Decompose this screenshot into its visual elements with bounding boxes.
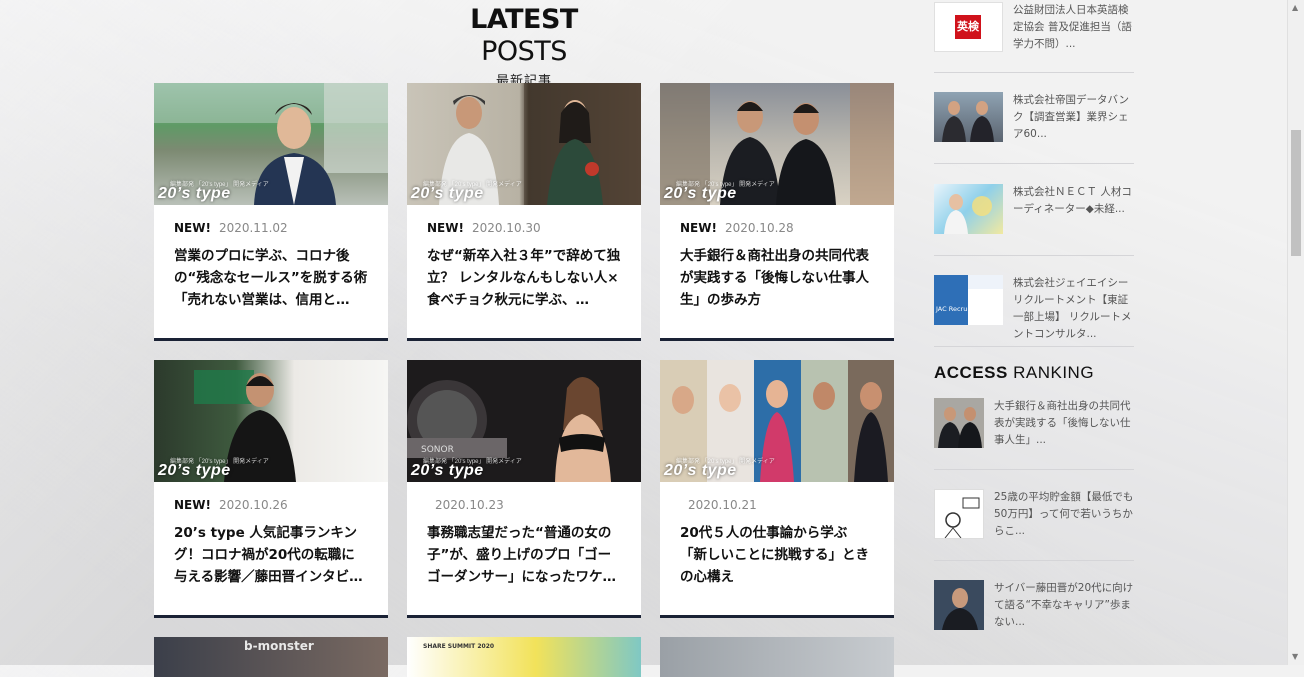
post-card[interactable]: SHARE SUMMIT 2020: [407, 637, 641, 677]
post-meta: NEW! 2020.10.28: [660, 205, 894, 237]
scroll-down-icon[interactable]: ▼: [1292, 652, 1298, 661]
post-card[interactable]: 編集部発 「20's type」 開発メディア 20’s type 2020.10…: [660, 360, 894, 618]
post-card[interactable]: b-monster: [154, 637, 388, 677]
post-thumbnail[interactable]: 編集部発 「20's type」 開発メディア 20’s type: [407, 83, 641, 205]
thumb-caption: b-monster: [244, 639, 314, 653]
divider: [934, 255, 1134, 256]
job-text[interactable]: 株式会社ジェイエイシーリクルートメント【東証一部上場】 リクルートメントコンサル…: [1013, 275, 1137, 343]
thumb-caption: SHARE SUMMIT 2020: [423, 643, 495, 650]
post-date: 2020.10.28: [724, 221, 794, 235]
divider: [934, 560, 1134, 561]
post-meta: NEW! 2020.11.02: [154, 205, 388, 237]
divider: [934, 72, 1134, 73]
post-thumbnail[interactable]: b-monster: [154, 637, 388, 677]
ranking-text[interactable]: サイバー藤田晋が20代に向けて語る“不幸なキャリア”歩まない...: [994, 580, 1136, 631]
badge-20s-type: 編集部発 「20's type」 開発メディア 20’s type: [664, 182, 775, 202]
badge-20s-type: 編集部発 「20's type」 開発メディア 20’s type: [158, 459, 269, 479]
post-card[interactable]: SONOR 編集部発 「20's type」 開発メディア 20’s type 2…: [407, 360, 641, 618]
post-title[interactable]: 事務職志望だった“普通の女の子”が、盛り上げのプロ「ゴーゴーダンサー」になったワ…: [407, 514, 641, 597]
eiken-logo: 英検: [955, 15, 981, 39]
company-photo: [934, 92, 1003, 142]
new-badge: NEW!: [174, 498, 211, 512]
post-thumbnail[interactable]: [660, 637, 894, 677]
post-thumbnail[interactable]: 編集部発 「20's type」 開発メディア 20’s type: [154, 360, 388, 482]
post-card[interactable]: 編集部発 「20's type」 開発メディア 20’s type NEW! 202…: [407, 83, 641, 341]
post-card[interactable]: 編集部発 「20's type」 開発メディア 20’s type NEW! 202…: [154, 360, 388, 618]
divider: [934, 469, 1134, 470]
scroll-thumb[interactable]: [1291, 130, 1301, 256]
ranking-heading: ACCESS RANKING: [934, 363, 1095, 382]
post-thumbnail[interactable]: 編集部発 「20's type」 開発メディア 20’s type: [660, 360, 894, 482]
post-date: 2020.10.26: [218, 498, 288, 512]
badge-20s-type: 編集部発 「20's type」 開発メディア 20’s type: [158, 182, 269, 202]
post-meta: NEW! 2020.10.30: [407, 205, 641, 237]
job-text[interactable]: 株式会社帝国データバンク【調査営業】業界シェア60...: [1013, 92, 1137, 143]
post-title[interactable]: 大手銀行＆商社出身の共同代表が実践する「後悔しない仕事人生」の歩み方: [660, 237, 894, 320]
section-title: LATEST POSTS: [470, 4, 578, 67]
post-date: 2020.11.02: [218, 221, 288, 235]
ranking-thumb: [934, 489, 984, 539]
post-title[interactable]: 20代５人の仕事論から学ぶ「新しいことに挑戦する」ときの心構え: [660, 514, 894, 597]
new-badge: NEW!: [427, 221, 464, 235]
section-heading: LATEST POSTS 最新記事: [424, 4, 624, 89]
badge-20s-type: 編集部発 「20's type」 開発メディア 20’s type: [411, 459, 522, 479]
post-card[interactable]: 編集部発 「20's type」 開発メディア 20’s type NEW! 202…: [660, 83, 894, 341]
job-text[interactable]: 株式会社ＮＥＣＴ 人材コーディネーター◆未経...: [1013, 184, 1137, 218]
post-date: 2020.10.23: [435, 498, 504, 512]
scroll-up-icon[interactable]: ▲: [1292, 3, 1298, 12]
post-title[interactable]: 営業のプロに学ぶ、コロナ後の“残念なセールス”を脱する術「売れない営業は、信用と…: [154, 237, 388, 320]
company-logo: 英検: [934, 2, 1003, 52]
post-title[interactable]: 20’s type 人気記事ランキング！コロナ禍が20代の転職に与える影響／藤田…: [154, 514, 388, 597]
post-meta: NEW! 2020.10.26: [154, 482, 388, 514]
jac-logo: JAC Recruitment: [936, 305, 989, 313]
post-date: 2020.10.30: [471, 221, 541, 235]
job-text[interactable]: 公益財団法人日本英語検定協会 普及促進担当（語学力不問）...: [1013, 2, 1137, 53]
ranking-text[interactable]: 25歳の平均貯金額【最低でも50万円】って何で若いうちからこ...: [994, 489, 1136, 540]
vertical-scrollbar[interactable]: ▲ ▼: [1287, 0, 1304, 665]
post-thumbnail[interactable]: 編集部発 「20's type」 開発メディア 20’s type: [660, 83, 894, 205]
post-date: 2020.10.21: [688, 498, 757, 512]
new-badge: NEW!: [174, 221, 211, 235]
post-meta: 2020.10.23: [407, 482, 641, 514]
post-title[interactable]: なぜ“新卒入社３年”で辞めて独立？ レンタルなんもしない人×食べチョク秋元に学ぶ…: [407, 237, 641, 320]
ranking-thumb: [934, 398, 984, 448]
divider: [934, 346, 1134, 347]
ranking-text[interactable]: 大手銀行＆商社出身の共同代表が実践する「後悔しない仕事人生」...: [994, 398, 1136, 449]
post-thumbnail[interactable]: 編集部発 「20's type」 開発メディア 20’s type: [154, 83, 388, 205]
post-meta: 2020.10.21: [660, 482, 894, 514]
company-photo: [934, 184, 1003, 234]
company-logo: JAC Recruitment: [934, 275, 1003, 325]
new-badge: NEW!: [680, 221, 717, 235]
badge-20s-type: 編集部発 「20's type」 開発メディア 20’s type: [664, 459, 775, 479]
svg-text:SONOR: SONOR: [421, 445, 454, 455]
badge-20s-type: 編集部発 「20's type」 開発メディア 20’s type: [411, 182, 522, 202]
post-thumbnail[interactable]: SONOR 編集部発 「20's type」 開発メディア 20’s type: [407, 360, 641, 482]
post-card[interactable]: [660, 637, 894, 677]
divider: [934, 163, 1134, 164]
post-card[interactable]: 編集部発 「20's type」 開発メディア 20’s type NEW! 202…: [154, 83, 388, 341]
ranking-thumb: [934, 580, 984, 630]
post-thumbnail[interactable]: SHARE SUMMIT 2020: [407, 637, 641, 677]
